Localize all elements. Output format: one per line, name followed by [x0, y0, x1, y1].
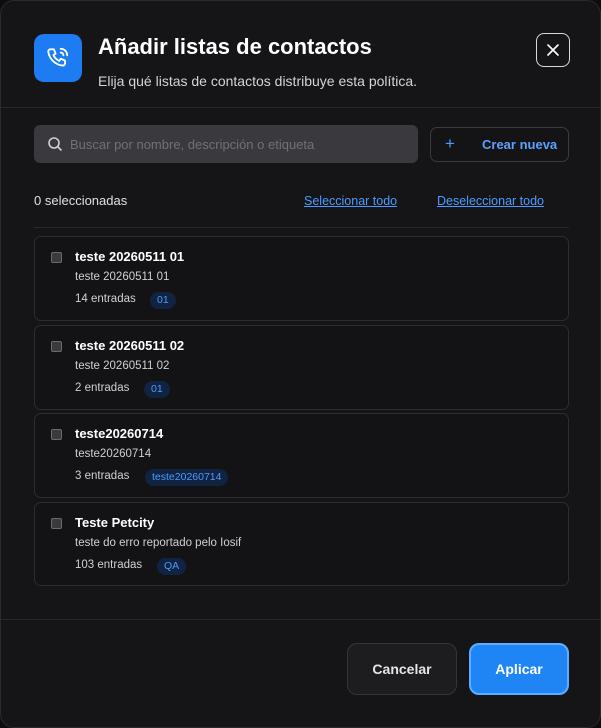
list-entry-count: 2 entradas [75, 382, 130, 394]
close-icon [547, 44, 559, 56]
list-description: teste20260714 [75, 448, 152, 460]
phone-call-icon [34, 34, 82, 82]
deselect-all-link[interactable]: Deseleccionar todo [437, 194, 544, 208]
dialog-title: Añadir listas de contactos [98, 34, 372, 59]
search-icon [48, 137, 62, 151]
list-name: teste 20260511 02 [75, 338, 185, 353]
dialog-header: Añadir listas de contactos Elija qué lis… [1, 1, 600, 108]
contact-list-card[interactable]: teste20260714 teste20260714 3 entradas t… [34, 413, 569, 498]
divider [34, 227, 569, 228]
close-button[interactable] [536, 33, 570, 67]
create-new-label: Crear nueva [482, 137, 558, 152]
add-contact-lists-dialog: Añadir listas de contactos Elija qué lis… [0, 0, 601, 728]
list-checkbox[interactable] [51, 252, 62, 263]
list-description: teste do erro reportado pelo Iosif [75, 537, 242, 549]
search-input[interactable] [70, 125, 410, 163]
list-checkbox[interactable] [51, 429, 62, 440]
select-all-link[interactable]: Seleccionar todo [304, 194, 397, 208]
create-new-button[interactable]: + Crear nueva [430, 127, 569, 162]
list-name: teste 20260511 01 [75, 249, 185, 264]
list-checkbox[interactable] [51, 518, 62, 529]
apply-button[interactable]: Aplicar [469, 643, 569, 695]
selected-count: 0 seleccionadas [34, 193, 128, 208]
contact-list-card[interactable]: teste 20260511 01 teste 20260511 01 14 e… [34, 236, 569, 321]
list-entry-count: 3 entradas [75, 470, 130, 482]
cancel-button[interactable]: Cancelar [347, 643, 457, 695]
contact-list-card[interactable]: Teste Petcity teste do erro reportado pe… [34, 502, 569, 586]
list-name: teste20260714 [75, 426, 164, 441]
dialog-subtitle: Elija qué listas de contactos distribuye… [98, 73, 418, 89]
plus-icon: + [445, 134, 455, 153]
list-tag: QA [157, 558, 187, 575]
list-entry-count: 103 entradas [75, 559, 143, 571]
list-description: teste 20260511 02 [75, 360, 170, 372]
list-entry-count: 14 entradas [75, 293, 136, 305]
list-tag: 01 [144, 381, 170, 398]
contact-list-card[interactable]: teste 20260511 02 teste 20260511 02 2 en… [34, 325, 569, 410]
list-checkbox[interactable] [51, 341, 62, 352]
list-tag: teste20260714 [145, 469, 229, 486]
footer-divider [1, 619, 600, 620]
list-name: Teste Petcity [75, 515, 155, 530]
search-field[interactable] [34, 125, 418, 163]
list-tag: 01 [150, 292, 176, 309]
list-description: teste 20260511 01 [75, 271, 170, 283]
